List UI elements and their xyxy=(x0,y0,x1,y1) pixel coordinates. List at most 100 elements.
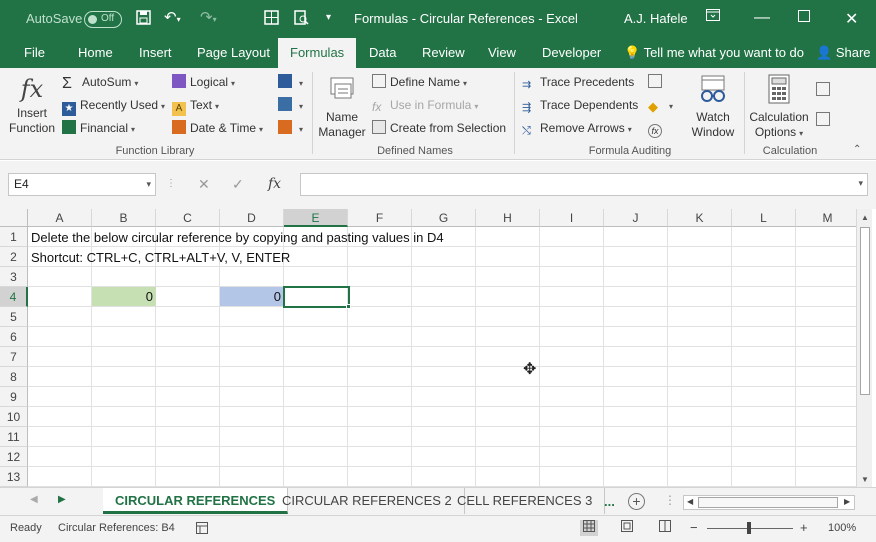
vertical-scroll-thumb[interactable] xyxy=(860,227,870,395)
cell-a1[interactable]: Delete the below circular reference by c… xyxy=(31,228,444,248)
tell-me-search[interactable]: 💡 Tell me what you want to do xyxy=(624,38,804,68)
share-button[interactable]: 👤 Share xyxy=(816,38,871,68)
tab-file[interactable]: File xyxy=(22,38,47,68)
evaluate-formula-button[interactable]: fx xyxy=(648,118,666,138)
column-header-g[interactable]: G xyxy=(412,209,476,227)
column-header-m[interactable]: M xyxy=(796,209,856,227)
vertical-scrollbar[interactable]: ▲ ▼ xyxy=(856,209,872,487)
macro-recording-icon[interactable] xyxy=(196,522,208,537)
row-header-7[interactable]: 7 xyxy=(0,347,28,367)
column-header-f[interactable]: F xyxy=(348,209,412,227)
ribbon-display-icon[interactable] xyxy=(706,9,720,24)
cancel-icon[interactable]: ✕ xyxy=(198,176,210,193)
row-header-5[interactable]: 5 xyxy=(0,307,28,327)
worksheet-grid[interactable]: ABCDEFGHIJKLM 1 2 3 4 5 6 7 8 9 10 11 12 13 Delete t… xyxy=(0,209,856,487)
print-preview-icon[interactable] xyxy=(294,10,309,29)
tab-data[interactable]: Data xyxy=(367,38,398,68)
scroll-up-icon[interactable]: ▲ xyxy=(861,213,869,222)
autosum-button[interactable]: Σ AutoSum ▾ xyxy=(62,72,138,92)
scroll-left-icon[interactable]: ◀ xyxy=(687,497,693,506)
redo-icon[interactable]: ↷▾ xyxy=(200,10,217,28)
calculate-sheet-button[interactable] xyxy=(816,110,834,130)
row-header-10[interactable]: 10 xyxy=(0,407,28,427)
cell-a2[interactable]: Shortcut: CTRL+C, CTRL+ALT+V, V, ENTER xyxy=(31,248,290,268)
prev-sheet-icon[interactable]: ◀ xyxy=(30,494,38,505)
tab-splitter-icon[interactable]: ⋮ xyxy=(664,493,676,507)
trace-precedents-button[interactable]: ⇉ Trace Precedents xyxy=(522,72,634,92)
row-header-9[interactable]: 9 xyxy=(0,387,28,407)
tab-page-layout[interactable]: Page Layout xyxy=(195,38,272,68)
save-icon[interactable] xyxy=(136,10,151,29)
define-name-button[interactable]: Define Name ▾ xyxy=(372,72,467,92)
chevron-down-icon[interactable]: ▾ xyxy=(146,174,151,195)
insert-function-button[interactable]: fx Insert Function xyxy=(6,74,58,136)
recently-used-button[interactable]: ★ Recently Used ▾ xyxy=(62,95,165,116)
calculate-now-button[interactable] xyxy=(816,80,834,100)
horizontal-scrollbar[interactable]: ◀ ▶ xyxy=(683,495,855,510)
customize-qat-icon[interactable]: ▾ xyxy=(326,10,331,26)
column-header-d[interactable]: D xyxy=(220,209,284,227)
zoom-in-icon[interactable]: + xyxy=(800,520,808,535)
tab-review[interactable]: Review xyxy=(420,38,467,68)
autosave-toggle[interactable]: Off xyxy=(84,11,122,28)
math-trig-button[interactable]: ▾ xyxy=(278,95,303,115)
create-from-selection-button[interactable]: Create from Selection xyxy=(372,118,506,138)
user-name[interactable]: A.J. Hafele xyxy=(624,11,688,26)
column-header-a[interactable]: A xyxy=(28,209,92,227)
collapse-ribbon-icon[interactable]: ⌃ xyxy=(853,144,861,155)
tab-insert[interactable]: Insert xyxy=(137,38,174,68)
column-header-h[interactable]: H xyxy=(476,209,540,227)
trace-dependents-button[interactable]: ⇶ Trace Dependents xyxy=(522,95,638,115)
add-sheet-icon[interactable]: + xyxy=(628,493,645,510)
row-header-6[interactable]: 6 xyxy=(0,327,28,347)
sheet-tab-cell-references-3[interactable]: CELL REFERENCES 3 xyxy=(445,488,606,514)
more-sheets-button[interactable]: ... xyxy=(604,494,615,509)
row-header-12[interactable]: 12 xyxy=(0,447,28,467)
close-icon[interactable]: ✕ xyxy=(845,9,858,29)
calculation-options-button[interactable]: Calculation Options ▾ xyxy=(746,74,812,141)
tab-formulas[interactable]: Formulas xyxy=(278,38,357,68)
lookup-reference-button[interactable]: ▾ xyxy=(278,72,303,92)
enter-icon[interactable]: ✓ xyxy=(232,176,244,193)
column-header-e[interactable]: E xyxy=(284,209,348,227)
date-time-button[interactable]: Date & Time ▾ xyxy=(172,118,263,138)
cell-d4[interactable]: 0 xyxy=(220,287,284,306)
sheet-tab-circular-references[interactable]: CIRCULAR REFERENCES xyxy=(103,488,289,514)
scroll-down-icon[interactable]: ▼ xyxy=(861,475,869,484)
scroll-right-icon[interactable]: ▶ xyxy=(844,497,850,506)
insert-function-icon[interactable]: fx xyxy=(268,176,281,192)
normal-view-icon[interactable] xyxy=(580,520,598,536)
row-header-2[interactable]: 2 xyxy=(0,247,28,267)
column-header-l[interactable]: L xyxy=(732,209,796,227)
column-header-i[interactable]: I xyxy=(540,209,604,227)
table-icon[interactable] xyxy=(264,10,279,29)
column-header-k[interactable]: K xyxy=(668,209,732,227)
sheet-tab-circular-references-2[interactable]: CIRCULAR REFERENCES 2 xyxy=(270,488,465,514)
active-cell-e4[interactable] xyxy=(283,286,350,308)
column-header-j[interactable]: J xyxy=(604,209,668,227)
row-header-13[interactable]: 13 xyxy=(0,467,28,487)
name-box[interactable]: E4 ▾ xyxy=(8,173,156,196)
circular-references-status[interactable]: Circular References: B4 xyxy=(58,522,175,534)
formula-input[interactable]: ▾ xyxy=(300,173,868,196)
page-layout-view-icon[interactable] xyxy=(618,520,636,536)
zoom-slider-knob[interactable] xyxy=(747,522,751,534)
row-header-3[interactable]: 3 xyxy=(0,267,28,287)
minimize-icon[interactable]: — xyxy=(754,9,770,27)
watch-window-button[interactable]: Watch Window xyxy=(688,74,738,140)
next-sheet-icon[interactable]: ▶ xyxy=(58,494,66,505)
page-break-view-icon[interactable] xyxy=(656,520,674,536)
column-header-b[interactable]: B xyxy=(92,209,156,227)
zoom-level[interactable]: 100% xyxy=(828,522,856,534)
row-header-1[interactable]: 1 xyxy=(0,227,28,247)
fill-handle[interactable] xyxy=(346,304,351,309)
row-header-8[interactable]: 8 xyxy=(0,367,28,387)
zoom-out-icon[interactable]: − xyxy=(690,520,698,535)
use-in-formula-button[interactable]: fx Use in Formula ▾ xyxy=(372,95,478,115)
horizontal-scroll-thumb[interactable] xyxy=(698,497,838,508)
show-formulas-button[interactable] xyxy=(648,72,666,92)
tab-home[interactable]: Home xyxy=(76,38,115,68)
more-functions-button[interactable]: ▾ xyxy=(278,118,303,138)
name-manager-button[interactable]: Name Manager xyxy=(316,76,368,140)
tab-developer[interactable]: Developer xyxy=(540,38,603,68)
